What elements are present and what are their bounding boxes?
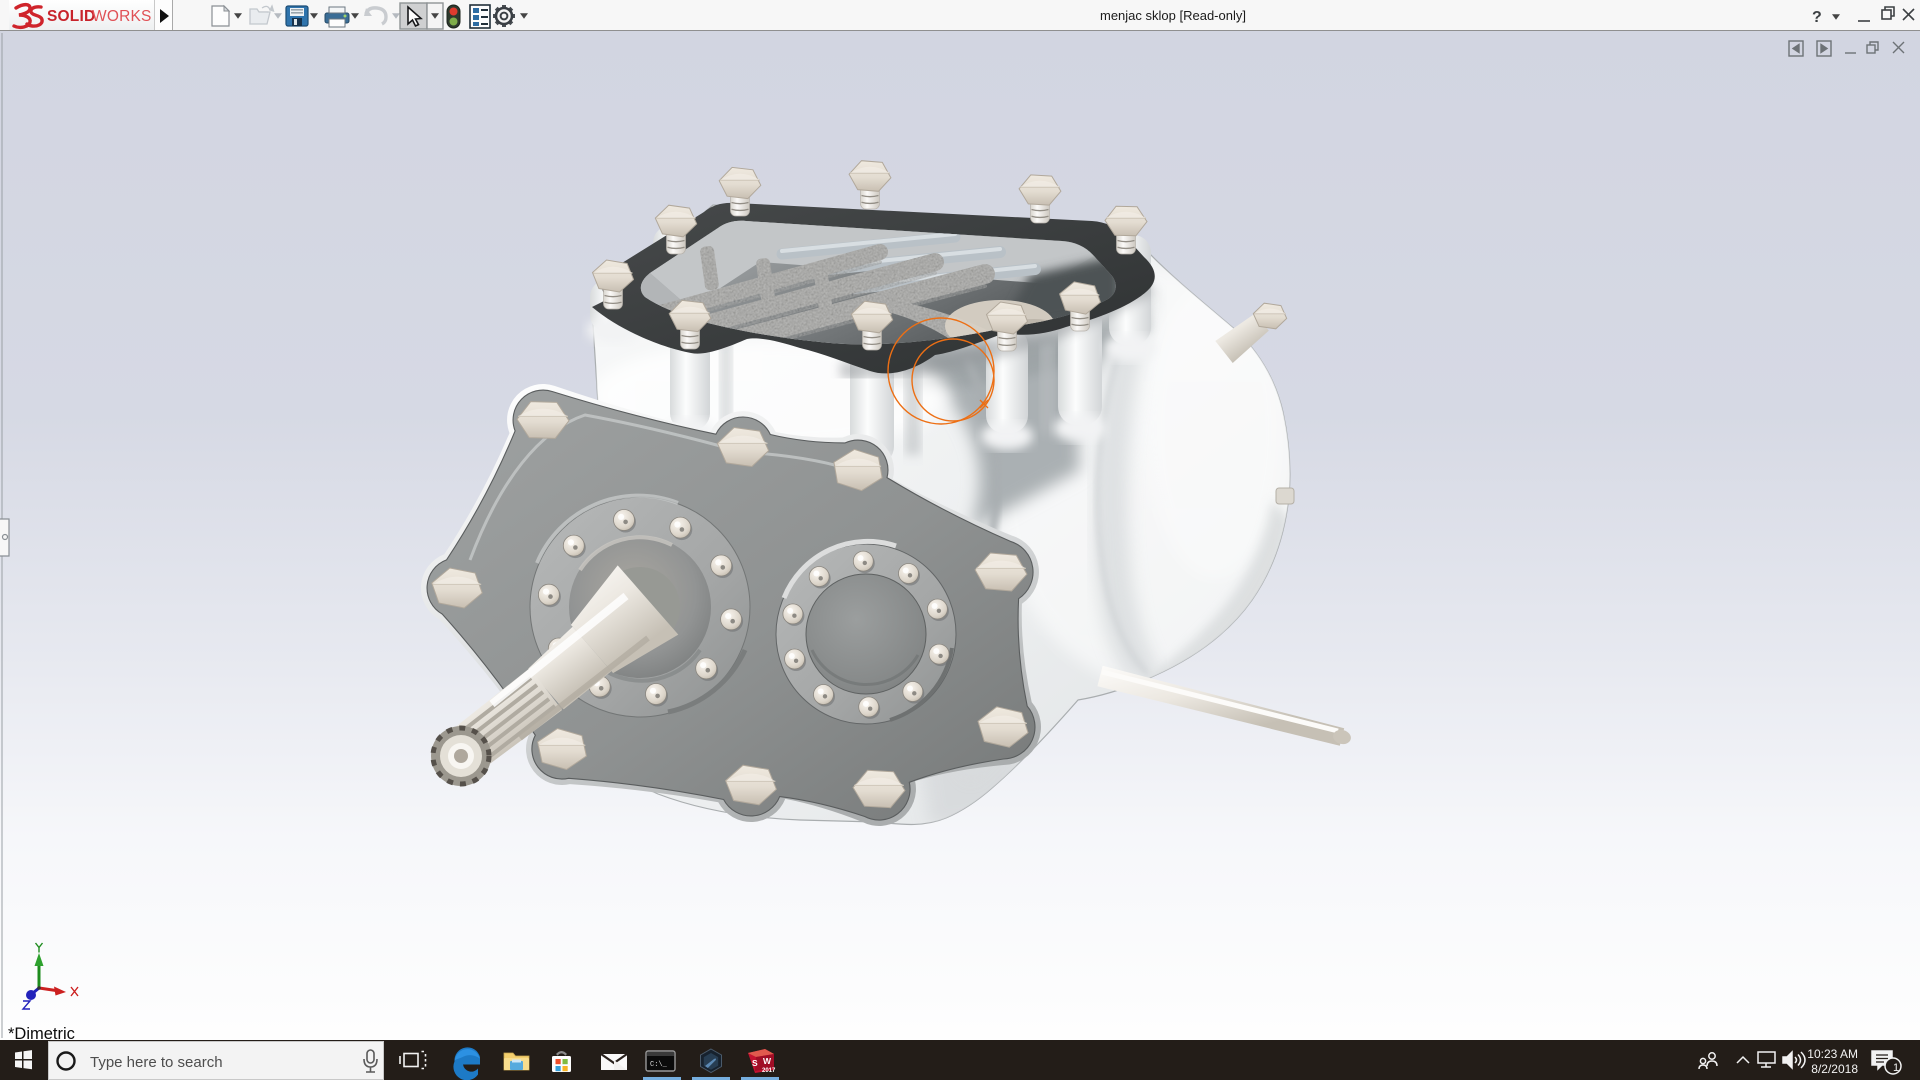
svg-text:2017: 2017: [762, 1068, 776, 1074]
svg-text:Type here to search: Type here to search: [90, 1054, 223, 1071]
svg-text:8/2/2018: 8/2/2018: [1811, 1062, 1858, 1076]
svg-text:10:23 AM: 10:23 AM: [1807, 1047, 1858, 1061]
svg-text:?: ?: [1812, 9, 1822, 26]
svg-text:*Dimetric: *Dimetric: [8, 1025, 75, 1040]
svg-text:C:\_: C:\_: [650, 1061, 668, 1069]
svg-text:WORKS: WORKS: [92, 8, 152, 25]
svg-text:SOLID: SOLID: [47, 8, 95, 25]
svg-text:1: 1: [1893, 1062, 1899, 1074]
svg-text:W: W: [763, 1056, 772, 1066]
svg-text:S: S: [752, 1058, 758, 1068]
